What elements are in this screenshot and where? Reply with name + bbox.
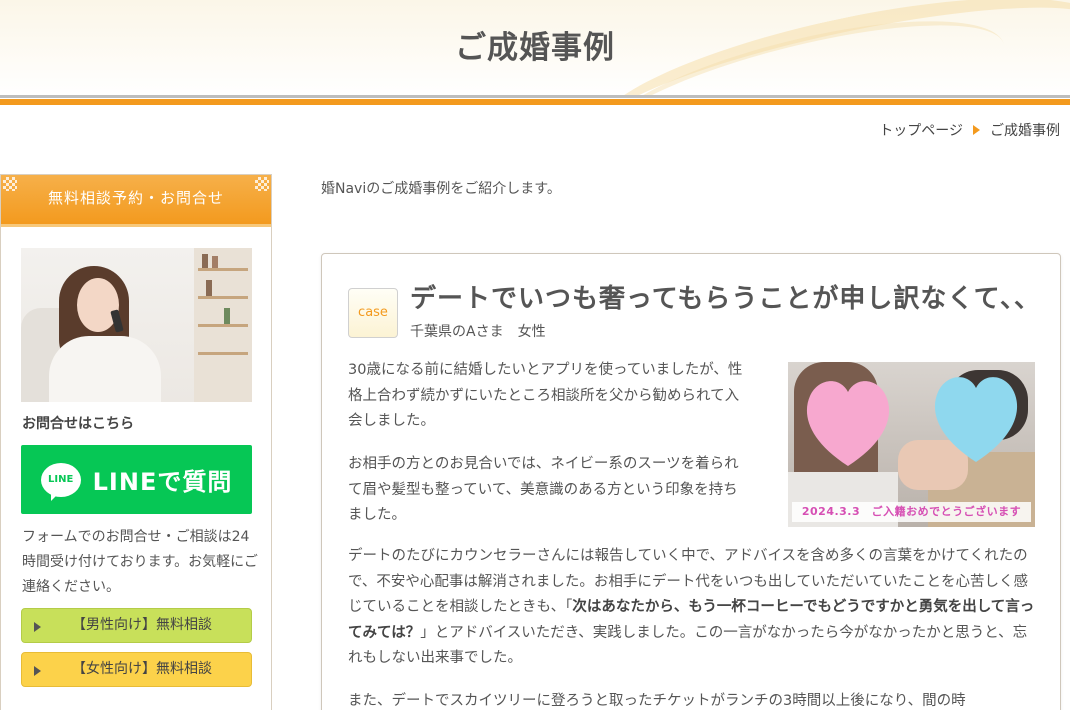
contact-label: お問合せはこちら (22, 416, 134, 432)
case-paragraph-2: お相手の方とのお見合いでは、ネイビー系のスーツを着られて眉や髪型も整っていて、美… (348, 456, 739, 523)
pink-heart-icon (806, 381, 890, 466)
sidebar-heading-text: 無料相談予約・お問合せ (47, 189, 224, 207)
header-divider-grey (0, 95, 1070, 98)
breadcrumb: トップページ ご成婚事例 (879, 120, 1060, 140)
bookshelf (194, 248, 252, 402)
men-free-consultation-button[interactable]: 【男性向け】無料相談 (21, 608, 252, 643)
line-button-label: LINEで質問 (92, 468, 233, 496)
page-header: ご成婚事例 (0, 0, 1070, 96)
case-paragraph-1: 30歳になる前に結婚したいとアプリを使っていましたが、性格上合わず続かずにいたと… (348, 362, 743, 429)
triangle-right-icon (973, 125, 980, 135)
intro-text: 婚Naviのご成婚事例をご紹介します。 (321, 181, 561, 197)
case-paragraph-3: デートのたびにカウンセラーさんには報告していく中で、アドバイスを含め多くの言葉を… (348, 548, 1035, 666)
header-divider-orange (0, 99, 1070, 105)
blue-heart-icon (934, 377, 1018, 462)
contact-note: フォームでのお問合せ・ご相談は24時間受け付けております。お気軽にご連絡ください… (22, 529, 258, 595)
triangle-right-icon (34, 622, 41, 632)
breadcrumb-home-link[interactable]: トップページ (879, 120, 963, 140)
case-paragraph-4: また、デートでスカイツリーに登ろうと取ったチケットがランチの3時間以上後になり、… (348, 693, 966, 709)
sidebar-heading: 無料相談予約・お問合せ (1, 175, 271, 227)
women-free-consultation-button[interactable]: 【女性向け】無料相談 (21, 652, 252, 687)
page-title: ご成婚事例 (455, 30, 615, 66)
checker-decoration-icon (255, 177, 269, 191)
triangle-right-icon (34, 666, 41, 676)
line-question-button[interactable]: LINE LINEで質問 (21, 445, 252, 514)
line-logo-icon: LINE (40, 462, 81, 501)
photo-caption: 2024.3.3 ご入籍おめでとうございます (792, 502, 1031, 522)
woman-on-phone-photo (21, 248, 252, 402)
case-title: デートでいつも奢ってもらうことが申し訳なくて､､ (410, 284, 1029, 314)
case-meta: 千葉県のAさま 女性 (410, 324, 546, 340)
couple-photo: 2024.3.3 ご入籍おめでとうございます (788, 362, 1035, 527)
breadcrumb-current: ご成婚事例 (990, 123, 1060, 139)
checker-decoration-icon (3, 177, 17, 191)
sidebar-contact-panel: 無料相談予約・お問合せ お問合せはこちら LINE LINEで質問 フォームでの… (0, 174, 272, 710)
case-card: case デートでいつも奢ってもらうことが申し訳なくて､､ 千葉県のAさま 女性… (321, 253, 1061, 710)
case-badge: case (348, 288, 398, 338)
